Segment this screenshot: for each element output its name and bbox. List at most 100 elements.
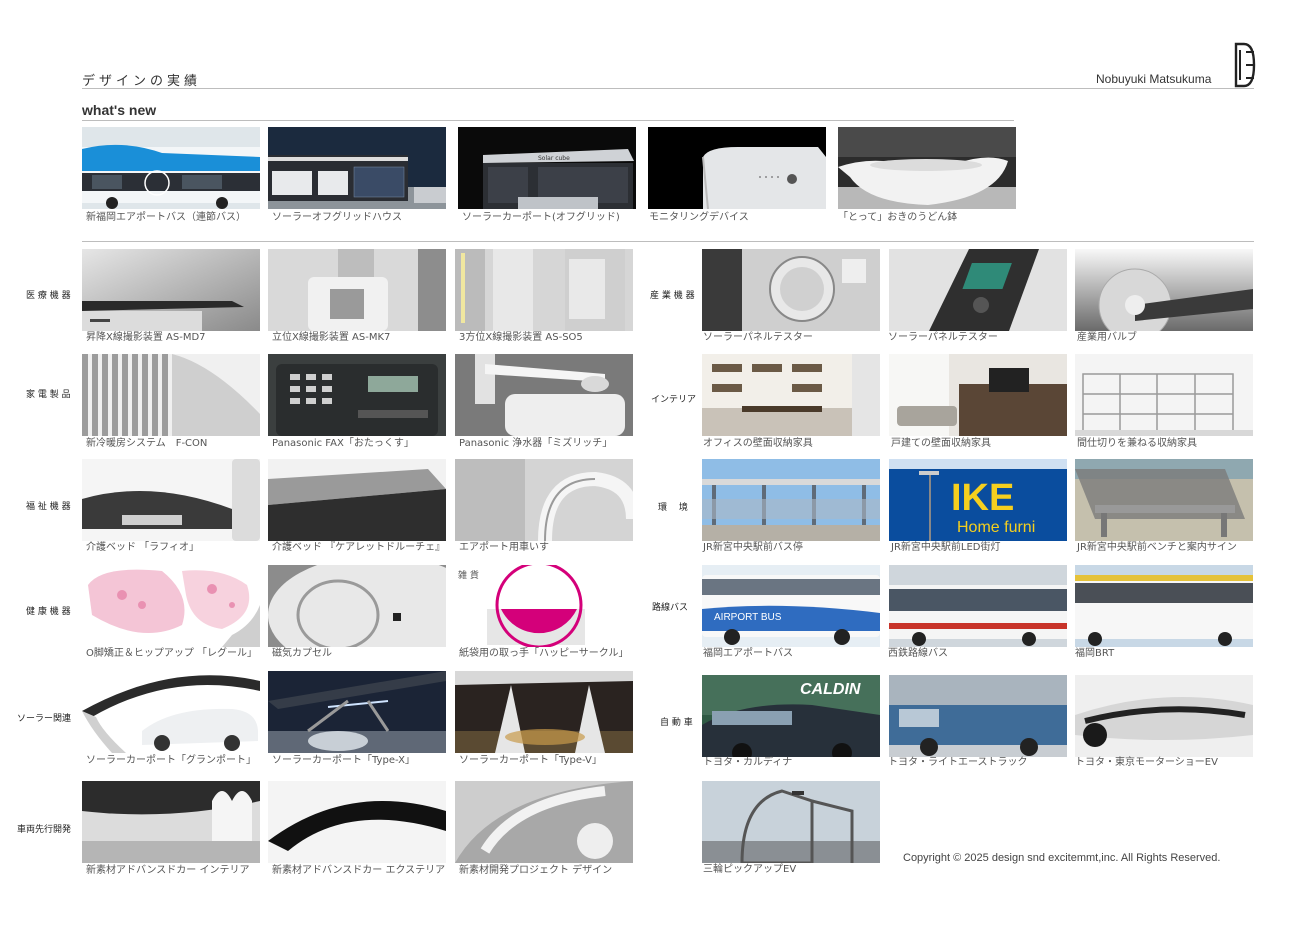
work-thumb[interactable] bbox=[1075, 459, 1253, 541]
bench-sign-photo-icon bbox=[1075, 459, 1253, 541]
work-thumb[interactable] bbox=[268, 671, 446, 753]
fax-photo-icon bbox=[268, 354, 446, 436]
work-caption[interactable]: 福岡エアポートバス bbox=[703, 648, 793, 660]
work-caption[interactable]: 立位X線撮影装置 AS-MK7 bbox=[272, 332, 390, 344]
work-caption[interactable]: 新素材アドバンスドカー エクステリア bbox=[272, 865, 445, 877]
whats-new-caption[interactable]: 新福岡エアポートバス（連節バス） bbox=[86, 212, 246, 224]
work-thumb[interactable]: CALDIN bbox=[702, 675, 880, 757]
page-title: デザインの実績 bbox=[82, 74, 202, 89]
work-caption[interactable]: 新素材開発プロジェクト デザイン bbox=[459, 865, 612, 877]
whats-new-caption[interactable]: 「とって」おきのうどん鉢 bbox=[838, 212, 957, 224]
work-caption[interactable]: O脚矯正＆ヒップアップ 「レグール」 bbox=[86, 648, 257, 660]
category-label-appliances: 家 電 製 品 bbox=[26, 390, 71, 400]
panel-tester-photo-icon bbox=[702, 249, 880, 331]
category-label-bus: 路線バス bbox=[652, 603, 689, 613]
work-caption[interactable]: ソーラーカーポート「Type-V」 bbox=[459, 755, 602, 767]
work-thumb[interactable]: 雑 貨 bbox=[455, 565, 633, 647]
whats-new-caption[interactable]: モニタリングデバイス bbox=[649, 212, 749, 224]
house-storage-photo-icon bbox=[889, 354, 1067, 436]
whats-new-caption[interactable]: ソーラーオフグリッドハウス bbox=[272, 212, 402, 224]
work-thumb[interactable] bbox=[82, 565, 260, 647]
work-caption[interactable]: JR新宮中央駅前LED街灯 bbox=[891, 542, 1001, 554]
work-thumb[interactable] bbox=[1075, 675, 1253, 757]
work-thumb[interactable] bbox=[702, 459, 880, 541]
brt-bus-photo-icon bbox=[1075, 565, 1253, 647]
xray-3way-photo-icon bbox=[455, 249, 633, 331]
work-thumb[interactable] bbox=[268, 459, 446, 541]
work-thumb[interactable] bbox=[82, 249, 260, 331]
work-thumb[interactable]: AIRPORT BUS bbox=[702, 565, 880, 647]
bag-handle-photo-icon bbox=[455, 565, 633, 647]
work-caption[interactable]: Panasonic 浄水器「ミズリッチ」 bbox=[459, 438, 612, 450]
work-caption[interactable]: ソーラーパネルテスター bbox=[888, 332, 998, 344]
work-caption[interactable]: トヨタ・ライトエーストラック bbox=[888, 757, 1028, 769]
work-thumb[interactable] bbox=[889, 354, 1067, 436]
work-caption[interactable]: 磁気カプセル bbox=[272, 648, 332, 660]
work-caption[interactable]: トヨタ・東京モーターショーEV bbox=[1075, 757, 1218, 769]
category-label-solar: ソーラー関連 bbox=[17, 714, 72, 724]
work-thumb[interactable] bbox=[889, 675, 1067, 757]
work-caption[interactable]: 三輪ピックアップEV bbox=[703, 864, 796, 876]
brand-logo[interactable] bbox=[1234, 42, 1256, 88]
category-label-interior: インテリア bbox=[651, 395, 697, 405]
work-thumb[interactable] bbox=[82, 459, 260, 541]
work-thumb[interactable] bbox=[268, 781, 446, 863]
work-caption[interactable]: 間仕切りを兼ねる収納家具 bbox=[1077, 438, 1197, 450]
work-caption[interactable]: 3方位X線撮影装置 AS-SO5 bbox=[459, 332, 583, 344]
work-caption[interactable]: 介護ベッド 『ケアレットドルーチェ』 bbox=[272, 542, 445, 554]
work-caption[interactable]: 新素材アドバンスドカー インテリア bbox=[86, 865, 249, 877]
work-thumb[interactable] bbox=[82, 354, 260, 436]
work-thumb[interactable] bbox=[455, 249, 633, 331]
work-thumb[interactable] bbox=[82, 671, 260, 753]
work-caption[interactable]: トヨタ・カルディナ bbox=[703, 757, 792, 769]
work-caption[interactable]: JR新宮中央駅前ベンチと案内サイン bbox=[1077, 542, 1237, 554]
work-thumb[interactable] bbox=[1075, 249, 1253, 331]
work-caption[interactable]: 福岡BRT bbox=[1075, 648, 1114, 660]
category-label-medical: 医 療 機 器 bbox=[26, 291, 71, 301]
work-thumb[interactable] bbox=[702, 781, 880, 863]
work-caption[interactable]: 西鉄路線バス bbox=[888, 648, 948, 660]
magnetic-capsule-photo-icon bbox=[268, 565, 446, 647]
work-thumb[interactable] bbox=[268, 354, 446, 436]
whats-new-thumb-carport[interactable]: Solar cube bbox=[458, 127, 636, 209]
whats-new-caption[interactable]: ソーラーカーポート(オフグリッド) bbox=[462, 212, 620, 224]
header-rule bbox=[82, 88, 1254, 89]
work-caption[interactable]: 介護ベッド 「ラフィオ」 bbox=[86, 542, 199, 554]
whats-new-thumb-device[interactable] bbox=[648, 127, 826, 209]
work-caption[interactable]: JR新宮中央駅前バス停 bbox=[703, 542, 803, 554]
work-caption[interactable]: 紙袋用の取っ手「ハッピーサークル」 bbox=[459, 648, 629, 660]
whats-new-title: what's new bbox=[82, 102, 157, 118]
work-caption[interactable]: ソーラーカーポート「グランポート」 bbox=[86, 755, 256, 767]
work-thumb[interactable] bbox=[455, 354, 633, 436]
work-caption[interactable]: オフィスの壁面収納家具 bbox=[703, 438, 813, 450]
work-thumb[interactable] bbox=[455, 671, 633, 753]
aircon-photo-icon bbox=[82, 354, 260, 436]
work-thumb[interactable]: IKE Home furni bbox=[889, 459, 1067, 541]
work-caption[interactable]: 新冷暖房システム F-CON bbox=[86, 438, 207, 450]
category-label-automobile: 自 動 車 bbox=[660, 718, 693, 728]
work-caption[interactable]: ソーラーパネルテスター bbox=[703, 332, 813, 344]
work-thumb[interactable] bbox=[1075, 565, 1253, 647]
whats-new-thumb-bus[interactable] bbox=[82, 127, 260, 209]
work-thumb[interactable] bbox=[82, 781, 260, 863]
work-thumb[interactable] bbox=[702, 354, 880, 436]
work-thumb[interactable] bbox=[889, 249, 1067, 331]
work-caption[interactable]: 産業用バルブ bbox=[1077, 332, 1137, 344]
whats-new-thumb-house[interactable] bbox=[268, 127, 446, 209]
material-project-photo-icon bbox=[455, 781, 633, 863]
work-caption[interactable]: 昇降X線撮影装置 AS-MD7 bbox=[86, 332, 206, 344]
whats-new-thumb-bowl[interactable] bbox=[838, 127, 1016, 209]
work-caption[interactable]: ソーラーカーポート「Type-X」 bbox=[272, 755, 415, 767]
work-caption[interactable]: 戸建ての壁面収納家具 bbox=[891, 438, 991, 450]
work-caption[interactable]: エアポート用車いす bbox=[459, 542, 549, 554]
work-thumb[interactable] bbox=[268, 249, 446, 331]
work-thumb[interactable] bbox=[455, 781, 633, 863]
work-thumb[interactable] bbox=[1075, 354, 1253, 436]
copyright-text: Copyright © 2025 design snd excitemmt,in… bbox=[903, 852, 1221, 864]
work-caption[interactable]: Panasonic FAX「おたっくす」 bbox=[272, 438, 414, 450]
xray-stand-photo-icon bbox=[268, 249, 446, 331]
work-thumb[interactable] bbox=[702, 249, 880, 331]
work-thumb[interactable] bbox=[455, 459, 633, 541]
work-thumb[interactable] bbox=[889, 565, 1067, 647]
work-thumb[interactable] bbox=[268, 565, 446, 647]
